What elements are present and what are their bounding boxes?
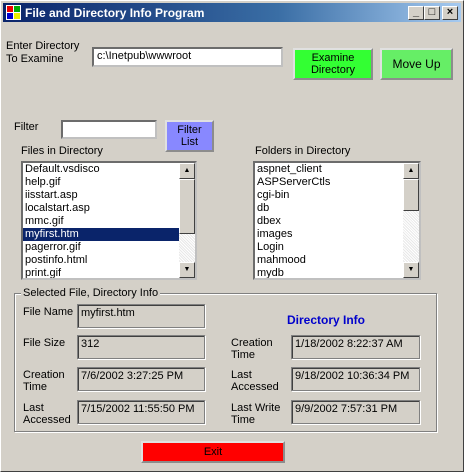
- files-list: Default.vsdisco help.gif iisstart.asp local…: [23, 163, 179, 278]
- file-size-label: File Size: [23, 337, 66, 349]
- scroll-down-icon[interactable]: ▼: [179, 262, 195, 278]
- file-accessed-value: 7/15/2002 11:55:50 PM: [77, 400, 205, 424]
- folder-item[interactable]: images: [255, 228, 403, 241]
- maximize-icon[interactable]: □: [424, 6, 440, 20]
- folder-item[interactable]: Login: [255, 241, 403, 254]
- filter-list-button[interactable]: Filter List: [165, 120, 214, 152]
- folders-label: Folders in Directory: [255, 145, 351, 157]
- file-item[interactable]: mmc.gif: [23, 215, 179, 228]
- file-item[interactable]: help.gif: [23, 176, 179, 189]
- file-accessed-label: Last Accessed: [23, 402, 71, 426]
- file-name-label: File Name: [23, 306, 74, 318]
- file-size-value: 312: [77, 335, 205, 359]
- file-item[interactable]: pagerror.gif: [23, 241, 179, 254]
- files-listbox[interactable]: Default.vsdisco help.gif iisstart.asp local…: [21, 161, 197, 280]
- file-item[interactable]: iisstart.asp: [23, 189, 179, 202]
- files-scrollbar[interactable]: ▲ ▼: [179, 163, 195, 278]
- dir-accessed-value: 9/18/2002 10:36:34 PM: [291, 367, 420, 391]
- title-bar[interactable]: File and Directory Info Program _ □ ×: [3, 3, 461, 22]
- directory-info-title: Directory Info: [287, 313, 366, 327]
- directory-label: Enter Directory To Examine: [6, 40, 80, 65]
- filter-input[interactable]: [61, 120, 157, 139]
- close-icon[interactable]: ×: [442, 6, 458, 20]
- window-title: File and Directory Info Program: [25, 6, 205, 20]
- dir-last-write-value: 9/9/2002 7:57:31 PM: [291, 400, 420, 424]
- file-creation-label: Creation Time: [23, 369, 65, 393]
- directory-input[interactable]: c:\Inetpub\wwwroot: [92, 47, 283, 67]
- info-group-title: Selected File, Directory Info: [21, 287, 161, 299]
- folders-list: aspnet_client ASPServerCtls cgi-bin db dbex i…: [255, 163, 403, 278]
- minimize-icon[interactable]: _: [408, 6, 424, 20]
- exit-button[interactable]: Exit: [141, 441, 285, 463]
- file-name-value: myfirst.htm: [77, 304, 205, 328]
- main-window: File and Directory Info Program _ □ × En…: [0, 0, 464, 472]
- scroll-up-icon[interactable]: ▲: [403, 163, 419, 179]
- file-creation-value: 7/6/2002 3:27:25 PM: [77, 367, 205, 391]
- files-label: Files in Directory: [21, 145, 103, 157]
- folder-item[interactable]: cgi-bin: [255, 189, 403, 202]
- dir-last-write-label: Last Write Time: [231, 402, 281, 426]
- scroll-thumb[interactable]: [179, 179, 195, 234]
- folder-item[interactable]: dbex: [255, 215, 403, 228]
- examine-directory-button[interactable]: Examine Directory: [293, 48, 373, 80]
- scroll-up-icon[interactable]: ▲: [179, 163, 195, 179]
- file-item[interactable]: myfirst.htm: [23, 228, 179, 241]
- move-up-button[interactable]: Move Up: [380, 48, 453, 80]
- scroll-down-icon[interactable]: ▼: [403, 262, 419, 278]
- dir-creation-value: 1/18/2002 8:22:37 AM: [291, 335, 420, 359]
- folder-item[interactable]: db: [255, 202, 403, 215]
- filter-label: Filter: [14, 121, 39, 133]
- folder-item[interactable]: ASPServerCtls: [255, 176, 403, 189]
- file-item[interactable]: Default.vsdisco: [23, 163, 179, 176]
- folder-item[interactable]: mahmood: [255, 254, 403, 267]
- dir-creation-label: Creation Time: [231, 337, 273, 361]
- dir-accessed-label: Last Accessed: [231, 369, 279, 393]
- folder-item[interactable]: mydb: [255, 267, 403, 278]
- file-item[interactable]: localstart.asp: [23, 202, 179, 215]
- file-item[interactable]: postinfo.html: [23, 254, 179, 267]
- app-icon: [6, 5, 21, 20]
- scroll-thumb[interactable]: [403, 179, 419, 211]
- folders-scrollbar[interactable]: ▲ ▼: [403, 163, 419, 278]
- file-item[interactable]: print.gif: [23, 267, 179, 278]
- folders-listbox[interactable]: aspnet_client ASPServerCtls cgi-bin db dbex i…: [253, 161, 421, 280]
- folder-item[interactable]: aspnet_client: [255, 163, 403, 176]
